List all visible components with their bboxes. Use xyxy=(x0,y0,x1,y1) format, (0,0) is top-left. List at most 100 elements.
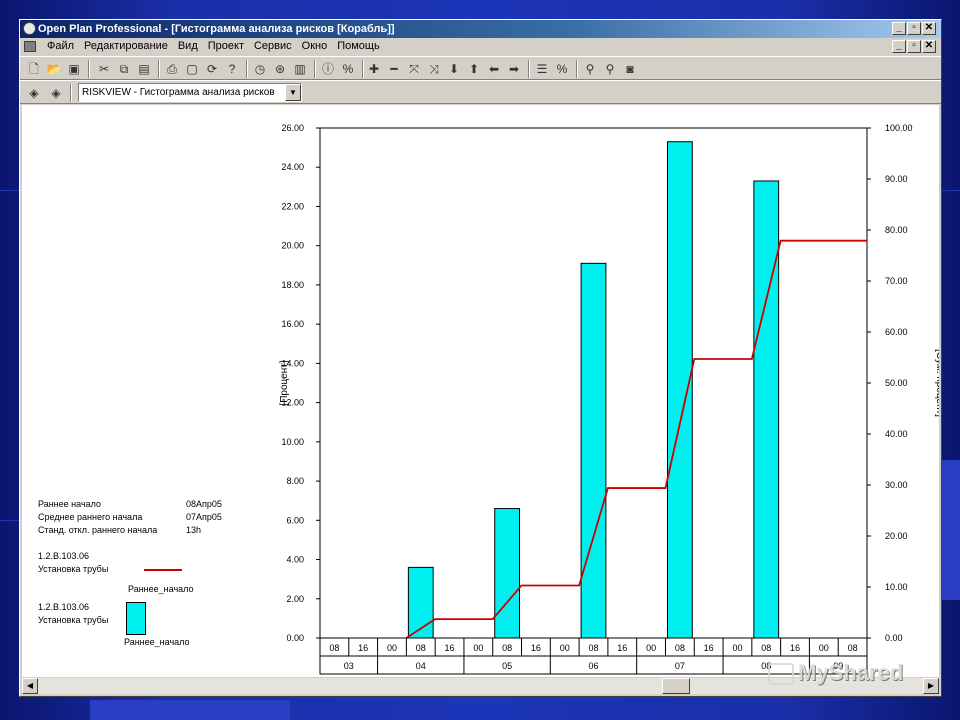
menu-project[interactable]: Проект xyxy=(203,38,249,55)
bar-swatch xyxy=(126,602,146,635)
y-tick-label: 10.00 xyxy=(281,437,304,447)
bar-series-label: Раннее_начало xyxy=(124,637,190,647)
y-tick-label: 24.00 xyxy=(281,162,304,172)
y2-tick-label: 70.00 xyxy=(885,276,908,286)
calc-icon[interactable]: ⊛ xyxy=(272,61,288,77)
chart-area: 0.00 2.00 4.00 6.00 8.00 10.00 12.00 14.00 16.00… xyxy=(22,105,939,677)
histogram-bar xyxy=(666,141,693,639)
window-controls: _ ▫ ✕ xyxy=(892,22,936,35)
y2-tick-label: 40.00 xyxy=(885,429,908,439)
menu-help[interactable]: Помощь xyxy=(332,38,385,55)
zoom-out-icon[interactable]: ⚲ xyxy=(602,61,618,77)
y-tick-label: 0.00 xyxy=(286,633,304,643)
y2-tick-label: 90.00 xyxy=(885,174,908,184)
view-toolbar: ◈ ◈ RISKVIEW - Гистограмма анализа риско… xyxy=(20,80,941,104)
y-axis-label: [Процент] xyxy=(279,360,290,405)
toolbar-separator xyxy=(70,84,72,102)
hour-label: 00 xyxy=(473,643,483,653)
menu-file[interactable]: Файл xyxy=(42,38,79,55)
hour-label: 00 xyxy=(646,643,656,653)
layer-filter-icon[interactable]: ◈ xyxy=(48,85,64,101)
y2-tick-label: 10.00 xyxy=(885,582,908,592)
arrow-right-icon[interactable]: ➡ xyxy=(506,61,522,77)
arrow-left-icon[interactable]: ⬅ xyxy=(486,61,502,77)
hour-label: 00 xyxy=(560,643,570,653)
chevron-down-icon[interactable]: ▼ xyxy=(285,84,301,101)
child-minimize-button[interactable]: _ xyxy=(892,40,906,53)
hour-label: 08 xyxy=(329,643,339,653)
child-close-button[interactable]: ✕ xyxy=(922,40,936,53)
scroll-left-icon[interactable]: ◀ xyxy=(22,678,38,694)
minus-icon[interactable]: ━ xyxy=(386,61,402,77)
histogram-bar xyxy=(494,508,521,639)
arrow-down-icon[interactable]: ⬇ xyxy=(446,61,462,77)
unlink-icon[interactable]: ⤨ xyxy=(426,61,442,77)
percent2-icon[interactable]: % xyxy=(554,61,570,77)
toolbar-separator xyxy=(576,60,578,78)
day-label: 06 xyxy=(588,661,598,671)
y-tick-label: 8.00 xyxy=(286,476,304,486)
toolbar-separator xyxy=(362,60,364,78)
menu-view[interactable]: Вид xyxy=(173,38,203,55)
cut-icon[interactable]: ✂ xyxy=(96,61,112,77)
zoom-in-icon[interactable]: ⚲ xyxy=(582,61,598,77)
watermark: MyShared xyxy=(768,660,903,686)
line-series-label: Раннее_начало xyxy=(128,584,194,594)
day-label: 07 xyxy=(675,661,685,671)
close-button[interactable]: ✕ xyxy=(922,22,936,35)
line-swatch xyxy=(144,569,182,571)
standard-toolbar: 🗋 📂 ▣ ✂ ⧉ ▤ ⎙ ▢ ⟳ ? ◷ ⊛ ▥ ⓘ % ✚ ━ ⤧ ⤨ ⬇ … xyxy=(20,56,941,80)
histogram-bar xyxy=(407,566,434,639)
new-icon[interactable]: 🗋 xyxy=(26,61,42,77)
y2-tick-label: 50.00 xyxy=(885,378,908,388)
info-icon[interactable]: ⓘ xyxy=(320,61,336,77)
link-icon[interactable]: ⤧ xyxy=(406,61,422,77)
menu-window[interactable]: Окно xyxy=(297,38,333,55)
menu-service[interactable]: Сервис xyxy=(249,38,297,55)
y2-tick-label: 30.00 xyxy=(885,480,908,490)
maximize-button[interactable]: ▫ xyxy=(907,22,921,35)
percent-icon[interactable]: % xyxy=(340,61,356,77)
layer-icon[interactable]: ◈ xyxy=(26,85,42,101)
y-tick-label: 26.00 xyxy=(281,123,304,133)
document-icon[interactable] xyxy=(24,41,36,52)
hour-label: 08 xyxy=(675,643,685,653)
scroll-thumb[interactable] xyxy=(662,678,690,694)
paste-icon[interactable]: ▤ xyxy=(136,61,152,77)
window-title: Open Plan Professional - [Гистограмма ан… xyxy=(38,23,395,35)
refresh-icon[interactable]: ⟳ xyxy=(204,61,220,77)
title-bar[interactable]: Open Plan Professional - [Гистограмма ан… xyxy=(20,20,941,38)
scroll-right-icon[interactable]: ▶ xyxy=(923,678,939,694)
outline-icon[interactable]: ☰ xyxy=(534,61,550,77)
preview-icon[interactable]: ▢ xyxy=(184,61,200,77)
bar-item-id: 1.2.B.103.06 xyxy=(38,602,90,612)
hour-label: 00 xyxy=(819,643,829,653)
menu-edit[interactable]: Редактирование xyxy=(79,38,173,55)
std-row: Станд. откл. раннего начала 13h xyxy=(38,525,201,535)
hour-label: 16 xyxy=(358,643,368,653)
y2-tick-label: 100.00 xyxy=(885,123,913,133)
camera-icon[interactable]: ◙ xyxy=(622,61,638,77)
plus-icon[interactable]: ✚ xyxy=(366,61,382,77)
std-value: 13h xyxy=(186,525,202,535)
save-icon[interactable]: ▣ xyxy=(66,61,82,77)
copy-icon[interactable]: ⧉ xyxy=(116,61,132,77)
help-icon[interactable]: ? xyxy=(224,61,240,77)
bg-block xyxy=(940,460,960,600)
clock-icon[interactable]: ◷ xyxy=(252,61,268,77)
hour-label: 16 xyxy=(445,643,455,653)
day-label: 05 xyxy=(502,661,512,671)
y-tick-label: 4.00 xyxy=(286,555,304,565)
view-selector-value: RISKVIEW - Гистограмма анализа рисков xyxy=(82,87,275,98)
y2-tick-label: 0.00 xyxy=(885,633,903,643)
view-selector[interactable]: RISKVIEW - Гистограмма анализа рисков ▼ xyxy=(78,83,302,102)
open-icon[interactable]: 📂 xyxy=(46,61,62,77)
arrow-up-icon[interactable]: ⬆ xyxy=(466,61,482,77)
child-restore-button[interactable]: ▫ xyxy=(907,40,921,53)
chart-icon[interactable]: ▥ xyxy=(292,61,308,77)
y2-tick-label: 20.00 xyxy=(885,531,908,541)
print-icon[interactable]: ⎙ xyxy=(164,61,180,77)
menu-bar: Файл Редактирование Вид Проект Сервис Ок… xyxy=(20,38,941,55)
std-label: Станд. откл. раннего начала xyxy=(38,525,158,535)
minimize-button[interactable]: _ xyxy=(892,22,906,35)
